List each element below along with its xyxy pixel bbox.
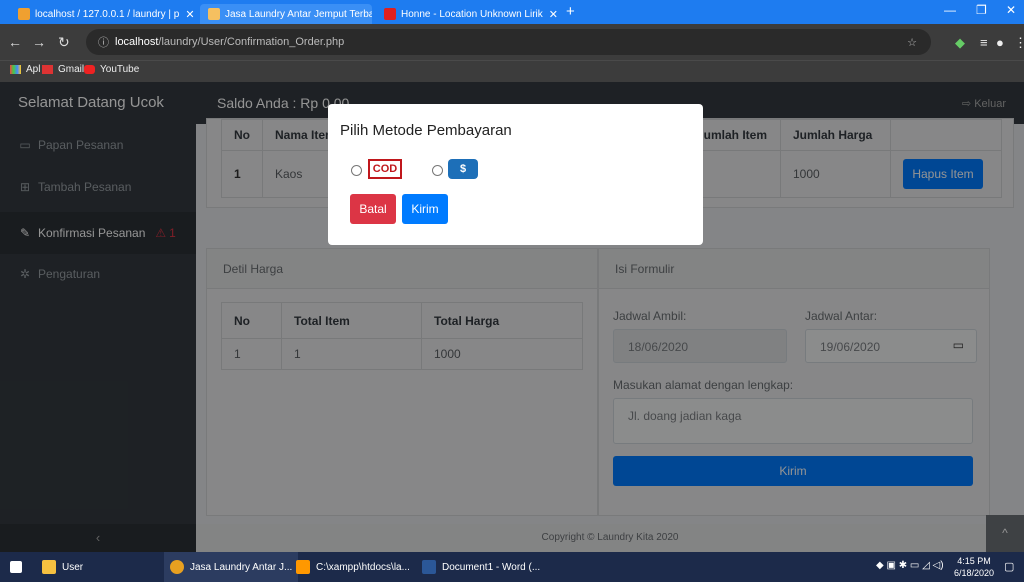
- minimize-icon[interactable]: —: [944, 3, 956, 17]
- back-icon[interactable]: ←: [8, 34, 22, 50]
- windows-icon: [10, 561, 22, 573]
- info-icon: ⓘ: [98, 37, 109, 49]
- modal-title: Pilih Metode Pembayaran: [340, 122, 512, 139]
- taskbar-item-chrome[interactable]: Jasa Laundry Antar J...: [164, 552, 299, 582]
- taskbar-item-user[interactable]: User: [36, 552, 89, 582]
- cod-logo: COD: [368, 159, 402, 179]
- youtube-icon: [84, 65, 95, 74]
- system-tray-icons[interactable]: ◆ ▣ ✱ ▭ ◿ ◁): [876, 560, 944, 571]
- apps-icon: [10, 65, 21, 74]
- wallet-radio[interactable]: [432, 165, 443, 176]
- address-bar: ← → ↻ ⓘ localhost/laundry/User/Confirmat…: [0, 24, 1024, 60]
- bookmark-apps[interactable]: Apl: [10, 64, 40, 75]
- notifications-icon[interactable]: ▢: [1004, 560, 1014, 573]
- taskbar-item-sublime[interactable]: C:\xampp\htdocs\la...: [290, 552, 416, 582]
- gmail-icon: [42, 65, 53, 74]
- reload-icon[interactable]: ↻: [58, 34, 70, 51]
- close-tab-icon[interactable]: ✕: [543, 8, 558, 21]
- forward-icon[interactable]: →: [32, 34, 46, 50]
- youtube-icon: [384, 8, 396, 20]
- menu-icon[interactable]: ⋮: [1014, 35, 1024, 51]
- cod-radio[interactable]: [351, 165, 362, 176]
- bookmark-gmail[interactable]: Gmail: [42, 64, 84, 75]
- taskbar-item-word[interactable]: Document1 - Word (...: [416, 552, 546, 582]
- windows-taskbar: User Jasa Laundry Antar J... C:\xampp\ht…: [0, 552, 1024, 582]
- bookmark-youtube[interactable]: YouTube: [84, 64, 139, 75]
- close-window-icon[interactable]: ✕: [1006, 3, 1016, 17]
- wallet-icon: $: [448, 159, 478, 179]
- bookmarks-bar: Apl Gmail YouTube: [0, 60, 1024, 82]
- send-button[interactable]: Kirim: [402, 194, 448, 224]
- tab-youtube[interactable]: Honne - Location Unknown Lirik ✕: [376, 4, 562, 24]
- clock[interactable]: 4:15 PM 6/18/2020: [954, 555, 994, 579]
- chrome-icon: [170, 560, 184, 574]
- new-tab-icon[interactable]: +: [566, 3, 575, 20]
- extension-icon[interactable]: ◆: [955, 35, 965, 51]
- sublime-icon: [296, 560, 310, 574]
- tab-phpmyadmin[interactable]: localhost / 127.0.0.1 / laundry | p ✕: [10, 4, 196, 24]
- word-icon: [422, 560, 436, 574]
- browser-tab-bar: localhost / 127.0.0.1 / laundry | p ✕ Ja…: [0, 0, 1024, 24]
- url-input[interactable]: ⓘ localhost/laundry/User/Confirmation_Or…: [86, 29, 931, 55]
- cancel-button[interactable]: Batal: [350, 194, 396, 224]
- profile-icon[interactable]: ●: [996, 35, 1004, 50]
- media-icon[interactable]: ≡: [980, 35, 988, 50]
- close-tab-icon[interactable]: ✕: [179, 8, 194, 21]
- star-icon[interactable]: ☆: [907, 36, 917, 49]
- folder-icon: [42, 560, 56, 574]
- laundry-icon: [208, 8, 220, 20]
- phpmyadmin-icon: [18, 8, 30, 20]
- start-button[interactable]: [4, 552, 34, 582]
- payment-method-modal: Pilih Metode Pembayaran COD $ Batal Kiri…: [328, 104, 703, 245]
- tab-laundry[interactable]: Jasa Laundry Antar Jemput Terba ✕: [200, 4, 372, 24]
- restore-icon[interactable]: ❐: [976, 3, 987, 17]
